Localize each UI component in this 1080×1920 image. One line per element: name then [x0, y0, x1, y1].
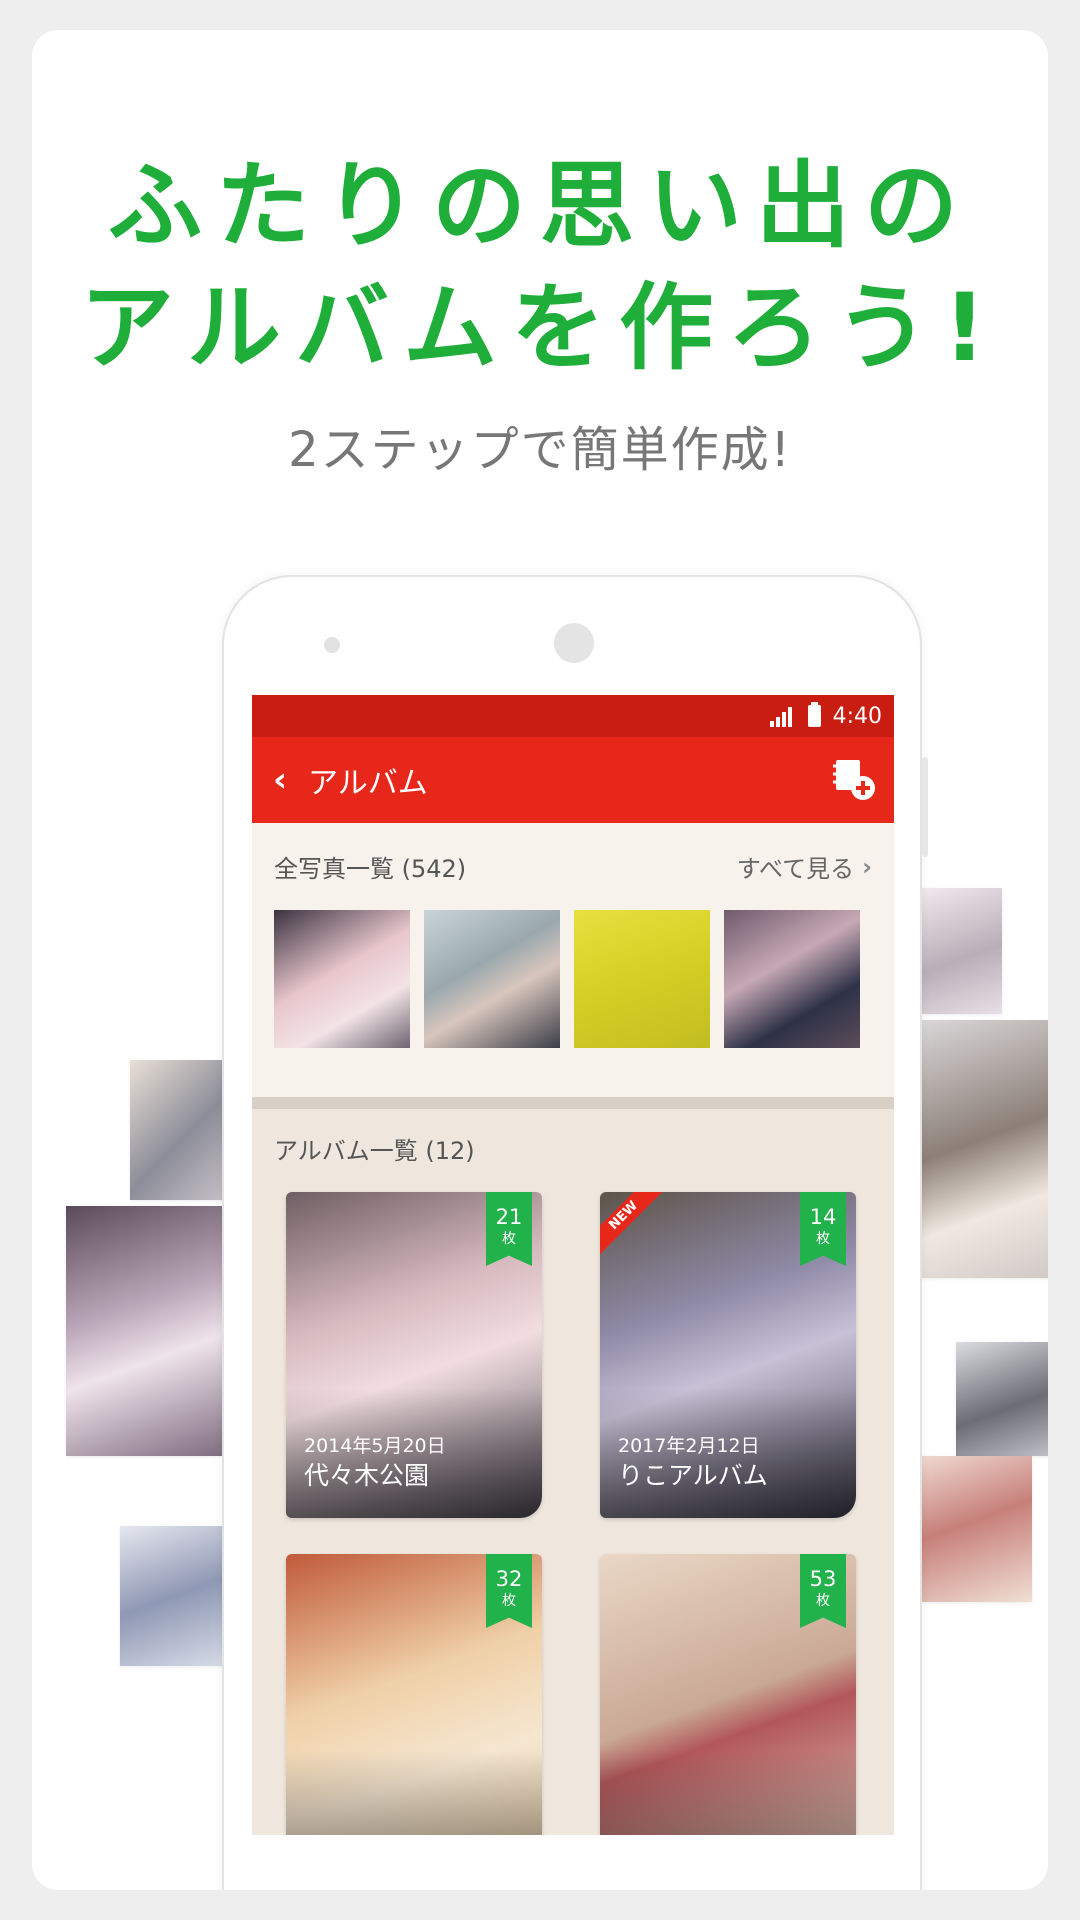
photo-count-badge: 53 枚 [800, 1554, 846, 1628]
photo-thumbnail[interactable] [574, 910, 710, 1048]
photo-count-badge: 21 枚 [486, 1192, 532, 1266]
promo-card: ふたりの思い出の アルバムを作ろう! 2ステップで簡単作成! 4:40 ‹ アル… [32, 30, 1048, 1890]
photo-thumbnail[interactable] [424, 910, 560, 1048]
phone-screen: 4:40 ‹ アルバム 全写真一覧 (542) すべて見る › アルバム一覧 (… [252, 695, 894, 1835]
decor-photo [956, 1342, 1048, 1456]
all-photos-title: 全写真一覧 (542) [274, 855, 467, 883]
photo-thumbnails [274, 910, 872, 1048]
headline-line1: ふたりの思い出の [107, 152, 972, 261]
albums-section: アルバム一覧 (12) 21 枚 2014年5月20日 代々木公園 NEW 14 [252, 1109, 894, 1835]
album-date: 2014年5月20日 [304, 1435, 446, 1457]
photo-count-badge: 32 枚 [486, 1554, 532, 1628]
decor-photo [922, 1456, 1032, 1602]
album-date: 2017年2月12日 [618, 1435, 760, 1457]
phone-frame: 4:40 ‹ アルバム 全写真一覧 (542) すべて見る › アルバム一覧 (… [222, 575, 928, 1890]
status-bar: 4:40 [252, 695, 894, 737]
photo-count-badge: 14 枚 [800, 1192, 846, 1266]
albums-title: アルバム一覧 (12) [274, 1137, 475, 1165]
battery-icon [807, 702, 821, 727]
subheadline: 2ステップで簡単作成! [288, 422, 792, 478]
page-title: アルバム [308, 766, 428, 801]
album-card[interactable]: 32 枚 [286, 1554, 542, 1835]
photo-thumbnail[interactable] [274, 910, 410, 1048]
album-grid: 21 枚 2014年5月20日 代々木公園 NEW 14 枚 2017年2月12… [274, 1192, 872, 1835]
phone-camera [554, 623, 594, 663]
all-photos-section: 全写真一覧 (542) すべて見る › [252, 823, 894, 1109]
app-bar: ‹ アルバム [252, 737, 894, 823]
see-all-link[interactable]: すべて見る › [737, 849, 872, 884]
chevron-left-icon[interactable]: ‹ [260, 760, 300, 800]
photo-thumbnail[interactable] [724, 910, 860, 1048]
album-add-icon[interactable] [830, 756, 878, 804]
album-name: りこアルバム [618, 1461, 768, 1490]
album-card[interactable]: 53 枚 [600, 1554, 856, 1835]
decor-photo [120, 1526, 230, 1666]
status-time: 4:40 [832, 703, 882, 729]
phone-side-button [922, 757, 928, 857]
album-card[interactable]: NEW 14 枚 2017年2月12日 りこアルバム [600, 1192, 856, 1518]
signal-icon [769, 705, 796, 727]
decor-photo [130, 1060, 230, 1200]
new-ribbon: NEW [600, 1192, 667, 1259]
decor-photo [66, 1206, 230, 1456]
chevron-right-icon: › [862, 852, 872, 881]
headline-line2: アルバムを作ろう! [80, 274, 1000, 383]
album-card[interactable]: 21 枚 2014年5月20日 代々木公園 [286, 1192, 542, 1518]
see-all-label: すべて見る [736, 855, 855, 883]
phone-sensor [324, 637, 340, 653]
decor-photo [922, 1020, 1048, 1278]
album-name: 代々木公園 [304, 1461, 430, 1490]
decor-photo [922, 888, 1002, 1014]
